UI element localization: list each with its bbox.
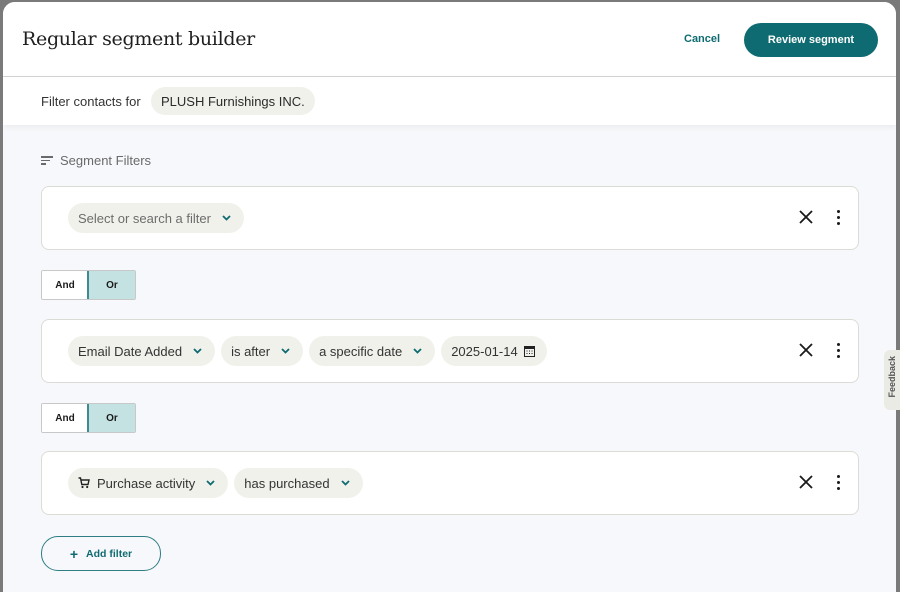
and-or-toggle: And Or xyxy=(41,403,136,433)
filter-card: Email Date Added is after a specific dat… xyxy=(41,319,859,383)
operator-label: is after xyxy=(231,343,271,359)
filter-card: Purchase activity has purchased xyxy=(41,451,859,515)
filter-lines-icon xyxy=(41,154,53,167)
chevron-down-icon xyxy=(281,348,290,354)
and-or-toggle: And Or xyxy=(41,270,136,300)
cart-icon xyxy=(78,477,90,489)
feedback-tab[interactable]: Feedback xyxy=(884,350,900,410)
page-title: Regular segment builder xyxy=(22,28,255,50)
review-segment-button[interactable]: Review segment xyxy=(744,23,878,57)
chevron-down-icon xyxy=(340,480,350,486)
segment-filters-label: Segment Filters xyxy=(60,153,152,168)
or-option[interactable]: Or xyxy=(87,271,135,299)
chevron-down-icon xyxy=(222,215,231,221)
filter-select-dropdown[interactable]: Select or search a filter xyxy=(68,203,244,233)
date-input[interactable]: 2025-01-14 xyxy=(441,336,547,366)
more-options-icon[interactable] xyxy=(835,210,841,226)
cancel-button[interactable]: Cancel xyxy=(684,33,720,45)
add-filter-label: Add filter xyxy=(86,547,133,560)
filter-contacts-bar: Filter contacts for PLUSH Furnishings IN… xyxy=(3,77,896,125)
filter-contacts-label: Filter contacts for xyxy=(41,94,141,109)
purchase-condition-dropdown[interactable]: has purchased xyxy=(234,468,363,498)
and-option[interactable]: And xyxy=(42,271,88,299)
chevron-down-icon xyxy=(193,348,202,354)
purchase-activity-label: Purchase activity xyxy=(97,475,196,491)
segment-filters-heading: Segment Filters xyxy=(41,153,151,168)
purchase-condition-label: has purchased xyxy=(244,475,330,491)
filter-select-placeholder: Select or search a filter xyxy=(78,210,211,226)
date-value: 2025-01-14 xyxy=(451,343,518,359)
remove-filter-icon[interactable] xyxy=(798,209,814,225)
modal-header: Regular segment builder Cancel Review se… xyxy=(3,2,896,77)
purchase-activity-dropdown[interactable]: Purchase activity xyxy=(68,468,229,498)
account-chip: PLUSH Furnishings INC. xyxy=(151,87,315,115)
chevron-down-icon xyxy=(413,348,422,354)
and-option[interactable]: And xyxy=(42,404,88,432)
filter-card: Select or search a filter xyxy=(41,186,859,250)
segment-builder-modal: Regular segment builder Cancel Review se… xyxy=(3,2,896,592)
operator-dropdown[interactable]: is after xyxy=(221,336,304,366)
add-filter-button[interactable]: + Add filter xyxy=(41,536,161,571)
date-type-dropdown[interactable]: a specific date xyxy=(309,336,436,366)
plus-icon: + xyxy=(69,545,79,562)
field-dropdown[interactable]: Email Date Added xyxy=(68,336,216,366)
calendar-icon[interactable] xyxy=(523,345,535,357)
more-options-icon[interactable] xyxy=(835,343,841,359)
date-type-label: a specific date xyxy=(319,343,403,359)
feedback-label: Feedback xyxy=(887,356,897,398)
remove-filter-icon[interactable] xyxy=(798,474,814,490)
chevron-down-icon xyxy=(206,480,215,486)
or-option[interactable]: Or xyxy=(87,404,135,432)
more-options-icon[interactable] xyxy=(835,475,841,491)
field-label: Email Date Added xyxy=(78,343,183,359)
remove-filter-icon[interactable] xyxy=(798,342,814,358)
